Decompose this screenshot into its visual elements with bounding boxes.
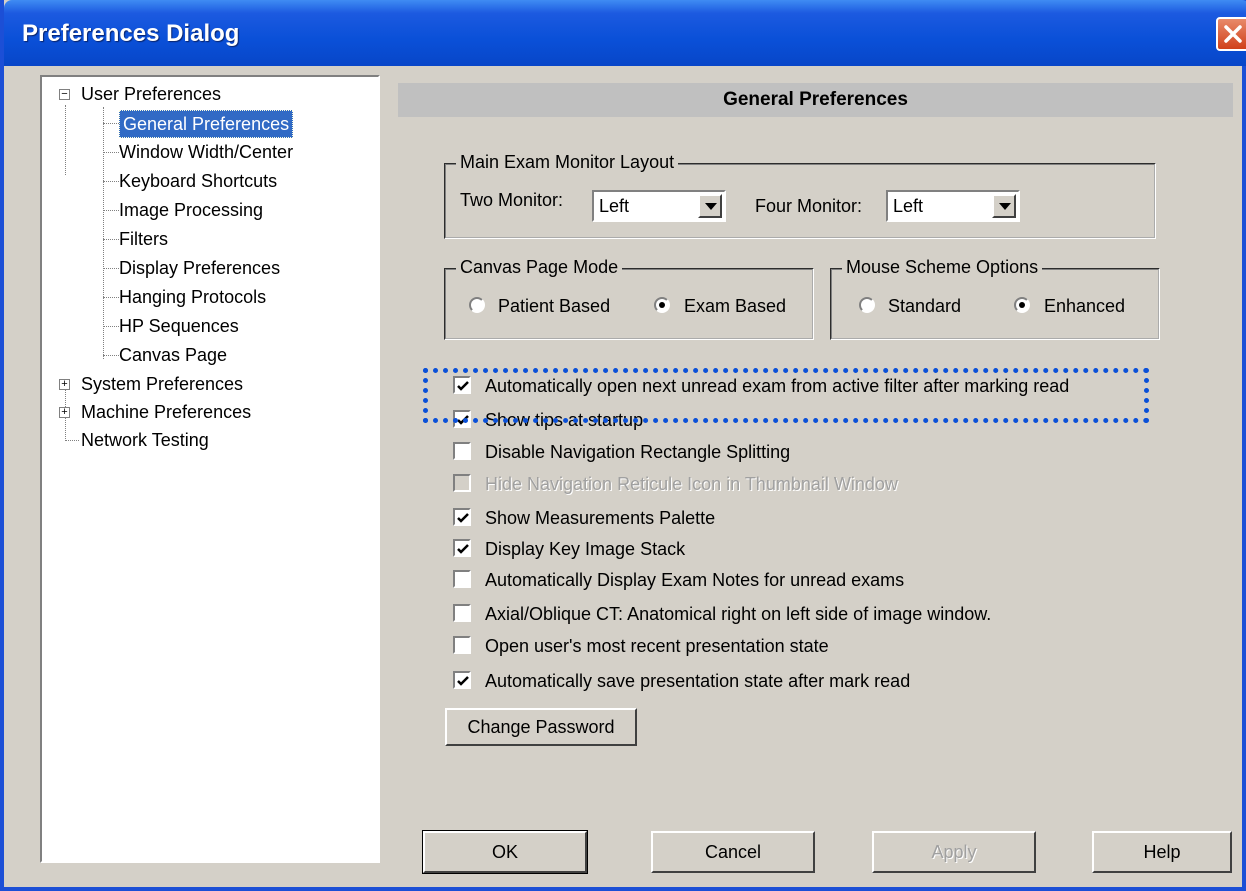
- standard-radio[interactable]: [859, 297, 875, 313]
- tree-line: [103, 107, 104, 359]
- tree-item-label: General Preferences: [119, 110, 294, 138]
- checkbox[interactable]: [453, 508, 471, 526]
- collapse-icon[interactable]: −: [59, 89, 70, 100]
- tree-item-label: User Preferences: [81, 84, 222, 104]
- tree-line: [103, 268, 119, 269]
- tree-item-label: Machine Preferences: [81, 402, 252, 422]
- four-monitor-label: Four Monitor:: [755, 196, 863, 216]
- exam-based-radio[interactable]: [654, 297, 670, 313]
- selected-value: Left: [599, 196, 630, 216]
- four-monitor-select[interactable]: Left: [886, 190, 1020, 222]
- checkbox-label: Automatically Display Exam Notes for unr…: [485, 570, 905, 590]
- window-title: Preferences Dialog: [22, 20, 240, 47]
- checkbox-label: Show Measurements Palette: [485, 508, 716, 528]
- tree-item-label: Hanging Protocols: [119, 287, 267, 307]
- tree-line: [103, 297, 119, 298]
- ok-button[interactable]: OK: [422, 830, 588, 874]
- patient-based-radio[interactable]: [469, 297, 485, 313]
- expand-icon[interactable]: +: [59, 379, 70, 390]
- apply-button[interactable]: Apply: [872, 831, 1036, 873]
- dropdown-button[interactable]: [992, 194, 1016, 218]
- checkbox[interactable]: [453, 570, 471, 588]
- exam-based-label: Exam Based: [684, 296, 787, 316]
- tree-item-label: Window Width/Center: [119, 142, 294, 162]
- tree-line: [103, 239, 119, 240]
- panel-header: General Preferences: [398, 83, 1233, 117]
- checkbox[interactable]: [453, 604, 471, 622]
- preferences-dialog: Preferences Dialog − User Preferences Ge…: [0, 0, 1246, 891]
- tree-line: [103, 123, 119, 124]
- chevron-down-icon: [705, 203, 717, 210]
- checkbox-label: Axial/Oblique CT: Anatomical right on le…: [485, 604, 992, 624]
- tree-line: [103, 326, 119, 327]
- focus-rectangle: [423, 368, 1149, 423]
- dropdown-button[interactable]: [698, 194, 722, 218]
- close-icon: [1224, 25, 1242, 43]
- group-legend: Canvas Page Mode: [456, 257, 623, 278]
- checkmark-icon: [457, 544, 469, 554]
- close-button[interactable]: [1216, 17, 1246, 51]
- checkmark-icon: [457, 676, 469, 686]
- tree-item-label: Keyboard Shortcuts: [119, 171, 278, 191]
- tree-line: [103, 152, 119, 153]
- enhanced-label: Enhanced: [1044, 296, 1126, 316]
- change-password-button[interactable]: Change Password: [445, 708, 637, 746]
- tree-line: [103, 355, 119, 356]
- checkbox-label: Disable Navigation Rectangle Splitting: [485, 442, 791, 462]
- two-monitor-select[interactable]: Left: [592, 190, 726, 222]
- checkbox-label: Display Key Image Stack: [485, 539, 686, 559]
- checkbox: [453, 474, 471, 492]
- checkmark-icon: [457, 513, 469, 523]
- checkbox[interactable]: [453, 442, 471, 460]
- tree-item-label: Filters: [119, 229, 168, 249]
- tree-item-label: Canvas Page: [119, 345, 228, 365]
- checkbox-label: Open user's most recent presentation sta…: [485, 636, 829, 656]
- tree-item-label: Network Testing: [81, 430, 209, 450]
- patient-based-label: Patient Based: [498, 296, 611, 316]
- checkbox-label: Hide Navigation Reticule Icon in Thumbna…: [485, 474, 898, 494]
- tree-line: [65, 440, 79, 441]
- two-monitor-label: Two Monitor:: [460, 190, 564, 210]
- tree-item-label: Image Processing: [119, 200, 264, 220]
- tree-item-label: Display Preferences: [119, 258, 281, 278]
- expand-icon[interactable]: +: [59, 407, 70, 418]
- chevron-down-icon: [999, 203, 1011, 210]
- help-button[interactable]: Help: [1092, 831, 1232, 873]
- tree-item-label: System Preferences: [81, 374, 244, 394]
- cancel-button[interactable]: Cancel: [651, 831, 815, 873]
- preferences-tree[interactable]: − User Preferences General Preferences Wi…: [40, 75, 380, 863]
- checkbox[interactable]: [453, 539, 471, 557]
- tree-line: [103, 181, 119, 182]
- standard-label: Standard: [888, 296, 962, 316]
- checkbox[interactable]: [453, 636, 471, 654]
- enhanced-radio[interactable]: [1014, 297, 1030, 313]
- selected-value: Left: [893, 196, 924, 216]
- checkbox-label: Automatically save presentation state af…: [485, 671, 911, 691]
- group-legend: Main Exam Monitor Layout: [456, 152, 679, 173]
- checkbox[interactable]: [453, 671, 471, 689]
- tree-line: [65, 105, 66, 175]
- title-bar[interactable]: Preferences Dialog: [4, 0, 1246, 66]
- tree-item-label: HP Sequences: [119, 316, 239, 336]
- tree-line: [103, 210, 119, 211]
- group-legend: Mouse Scheme Options: [842, 257, 1043, 278]
